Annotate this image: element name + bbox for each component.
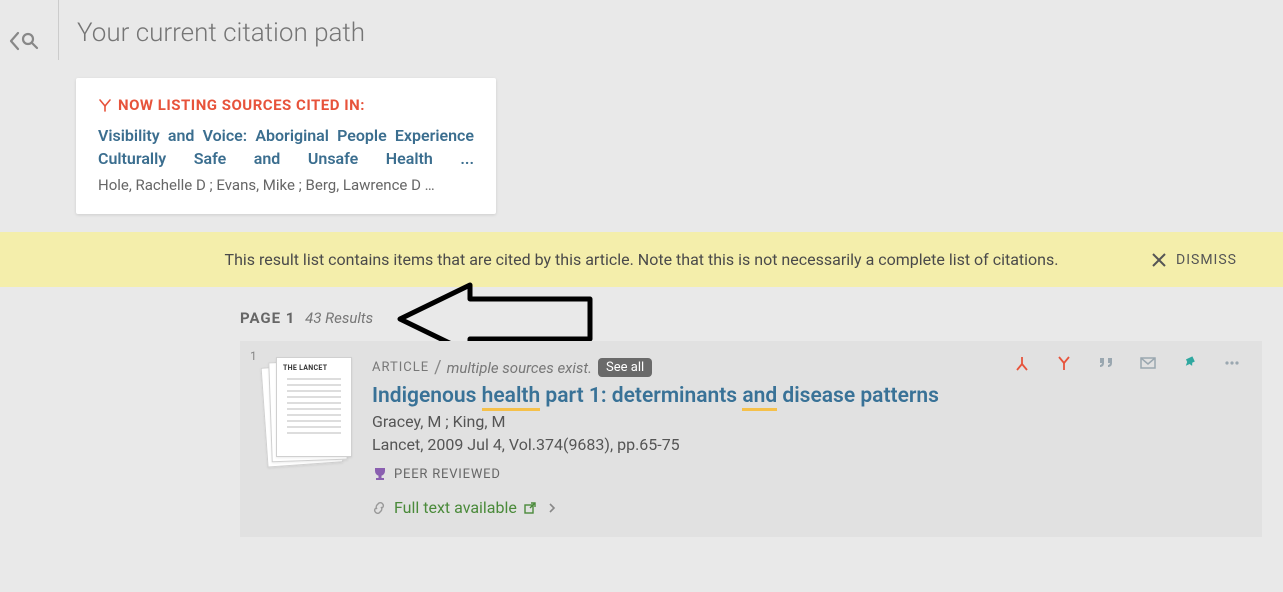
result-citation: Lancet, 2009 Jul 4, Vol.374(9683), pp.65… [372, 435, 1244, 454]
quote-icon [1097, 354, 1115, 372]
quote-button[interactable] [1096, 353, 1116, 373]
external-link-icon [523, 501, 537, 515]
page-number-label: PAGE 1 [240, 309, 295, 327]
peer-reviewed-badge: PEER REVIEWED [372, 466, 1244, 482]
cited-in-icon [98, 98, 112, 112]
email-button[interactable] [1138, 353, 1158, 373]
close-icon [1150, 251, 1168, 269]
cited-by-button[interactable] [1054, 353, 1074, 373]
cites-icon [1013, 354, 1031, 372]
result-type: ARTICLE [372, 360, 429, 375]
citation-source-title[interactable]: Visibility and Voice: Aboriginal People … [98, 124, 474, 170]
top-bar: Your current citation path [0, 0, 1283, 70]
result-authors: Gracey, M ; King, M [372, 412, 1244, 431]
cites-button[interactable] [1012, 353, 1032, 373]
result-thumbnail[interactable] [264, 357, 354, 467]
back-search-icon [8, 30, 40, 52]
results-area: PAGE 1 43 Results 1 ARTICLE / multiple s… [0, 287, 1283, 537]
pin-icon [1181, 354, 1199, 372]
dismiss-label: DISMISS [1176, 252, 1237, 268]
cited-by-icon [1055, 354, 1073, 372]
result-card: 1 ARTICLE / multiple sources exist. See … [240, 341, 1262, 537]
result-sources-text: multiple sources exist. [447, 359, 592, 377]
more-icon [1223, 354, 1241, 372]
pin-button[interactable] [1180, 353, 1200, 373]
results-count: 43 Results [305, 309, 373, 327]
peer-reviewed-icon [372, 466, 388, 482]
result-content: ARTICLE / multiple sources exist. See al… [372, 357, 1244, 517]
citation-card-header: NOW LISTING SOURCES CITED IN: [98, 96, 474, 114]
link-icon [372, 501, 386, 515]
notice-text: This result list contains items that are… [225, 250, 1059, 269]
see-all-button[interactable]: See all [598, 358, 652, 377]
page-title: Your current citation path [77, 0, 365, 48]
chevron-right-icon [547, 503, 557, 513]
more-button[interactable] [1222, 353, 1242, 373]
citation-path-card: NOW LISTING SOURCES CITED IN: Visibility… [76, 78, 496, 214]
back-to-search-button[interactable] [0, 0, 59, 60]
citation-source-authors: Hole, Rachelle D ; Evans, Mike ; Berg, L… [98, 176, 474, 194]
result-title[interactable]: Indigenous health part 1: determinants a… [372, 384, 1244, 408]
email-icon [1139, 354, 1157, 372]
citation-card-label: NOW LISTING SOURCES CITED IN: [118, 96, 365, 114]
dismiss-button[interactable]: DISMISS [1150, 251, 1237, 269]
full-text-link[interactable]: Full text available [372, 498, 1244, 517]
result-actions [1012, 353, 1242, 373]
result-index: 1 [250, 349, 257, 363]
notice-banner: This result list contains items that are… [0, 232, 1283, 287]
